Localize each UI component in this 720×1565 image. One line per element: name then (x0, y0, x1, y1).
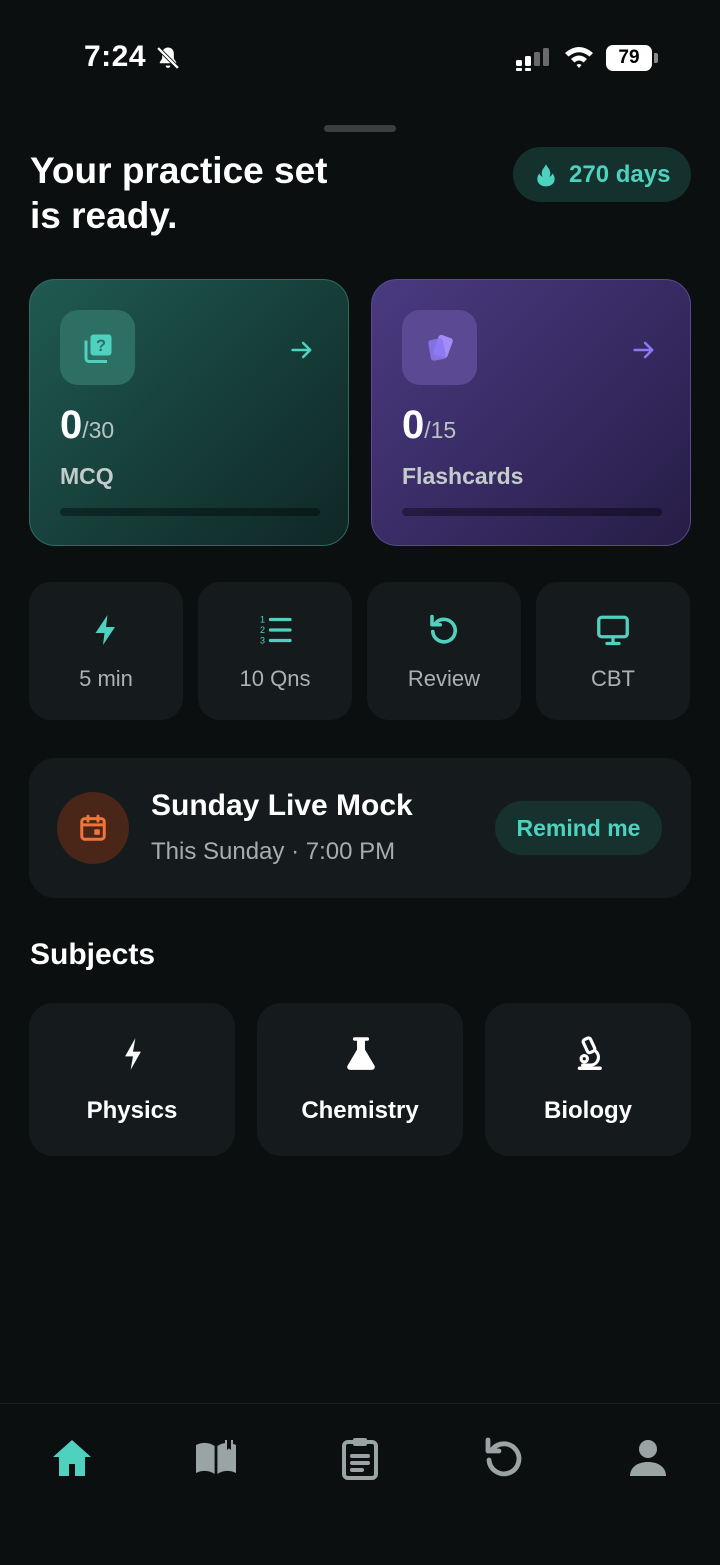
calendar-icon (80, 814, 106, 841)
arrow-right-icon[interactable] (288, 336, 316, 364)
flashcards-count: 0/15 (402, 403, 456, 448)
live-mock-card[interactable]: Sunday Live Mock This Sunday · 7:00 PM R… (29, 758, 691, 898)
quick-action-label: 5 min (79, 666, 133, 691)
flashcards-icon-box (402, 310, 477, 385)
quick-action-label: CBT (591, 666, 635, 691)
svg-text:3: 3 (260, 636, 265, 646)
quick-action-cbt[interactable]: CBT (536, 582, 690, 720)
person-icon[interactable] (624, 1434, 672, 1482)
bottom-nav (0, 1403, 720, 1565)
microscope-icon (577, 1036, 602, 1070)
flame-icon (537, 163, 555, 186)
lightning-icon (95, 615, 115, 645)
svg-text:1: 1 (260, 615, 265, 625)
bell-off-icon (156, 46, 180, 70)
monitor-icon (597, 615, 629, 646)
flashcards-total: /15 (424, 417, 457, 443)
streak-badge[interactable]: 270 days (513, 147, 691, 202)
subjects-heading: Subjects (30, 938, 156, 971)
quick-action-label: 10 Qns (239, 666, 311, 691)
lightning-icon (125, 1038, 141, 1070)
mcq-card[interactable]: ? 0/30 MCQ (29, 279, 349, 546)
question-cards-icon: ? (84, 334, 111, 363)
mcq-count: 0/30 (60, 403, 114, 448)
status-time: 7:24 (84, 40, 147, 73)
page-title: Your practice set is ready. (30, 150, 328, 236)
mock-subtitle: This Sunday · 7:00 PM (151, 838, 396, 865)
svg-text:?: ? (95, 337, 105, 355)
mcq-done: 0 (60, 403, 83, 447)
wifi-icon (565, 47, 593, 68)
mcq-progress-bar (60, 508, 320, 516)
signal-icon (516, 48, 549, 71)
quick-action-5-min[interactable]: 5 min (29, 582, 183, 720)
streak-label: 270 days (569, 160, 671, 188)
mcq-total: /30 (82, 417, 115, 443)
subject-physics[interactable]: Physics (29, 1003, 235, 1156)
subject-chemistry[interactable]: Chemistry (257, 1003, 463, 1156)
battery-tip (654, 53, 658, 63)
subject-biology[interactable]: Biology (485, 1003, 691, 1156)
subject-label: Chemistry (301, 1097, 419, 1124)
battery-level: 79 (606, 45, 652, 71)
remind-me-button[interactable]: Remind me (495, 801, 662, 855)
flashcards-progress-bar (402, 508, 662, 516)
drag-handle[interactable] (324, 125, 396, 132)
mcq-icon-box: ? (60, 310, 135, 385)
refresh-icon (430, 614, 457, 644)
refresh-icon[interactable] (480, 1434, 528, 1482)
numbered-list-icon: 1 2 3 (260, 615, 292, 646)
quick-action-review[interactable]: Review (367, 582, 521, 720)
home-icon[interactable] (48, 1434, 96, 1482)
subject-label: Physics (86, 1097, 178, 1124)
cards-icon (427, 334, 453, 361)
quick-action-label: Review (407, 666, 481, 691)
mcq-label: MCQ (60, 463, 114, 489)
flashcards-done: 0 (402, 403, 425, 447)
book-icon[interactable] (192, 1434, 240, 1482)
subject-label: Biology (544, 1097, 632, 1124)
mock-title: Sunday Live Mock (151, 789, 413, 822)
clipboard-icon[interactable] (336, 1434, 384, 1482)
battery-icon: 79 (606, 45, 658, 71)
quick-action-10-qns[interactable]: 1 2 3 10 Qns (198, 582, 352, 720)
status-bar: 7:24 79 (0, 0, 720, 120)
mock-icon-circle (57, 792, 129, 864)
arrow-right-icon[interactable] (630, 336, 658, 364)
svg-text:2: 2 (260, 625, 265, 635)
flashcards-label: Flashcards (402, 463, 524, 489)
flashcards-card[interactable]: 0/15 Flashcards (371, 279, 691, 546)
flask-icon (347, 1037, 375, 1070)
